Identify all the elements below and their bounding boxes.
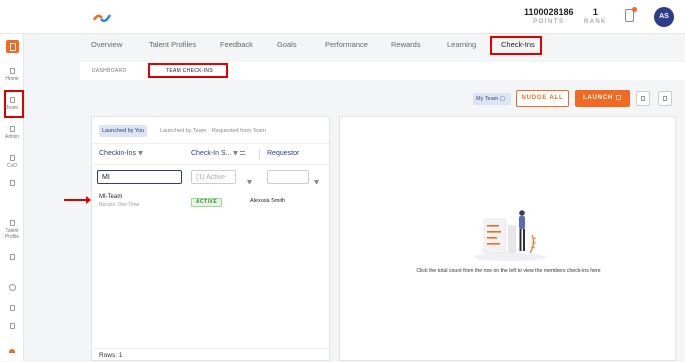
sidebar-item-cxo[interactable]: CxO — [0, 155, 24, 169]
tab-goals[interactable]: Goals — [277, 40, 297, 49]
rank-value: 1 — [592, 7, 598, 17]
table-header: Checkin-Ins Check-In S... Requestor — [92, 143, 329, 165]
notification-dot — [632, 7, 637, 12]
requestor-name: Alexusa Smith — [250, 198, 286, 204]
points-label: POINTS — [533, 19, 565, 25]
status-filter-input[interactable]: (1) Active — [191, 170, 236, 184]
sidebar-item-label: Talent Profile — [4, 228, 20, 240]
sidebar-item-list[interactable] — [0, 180, 24, 188]
sidebar-item-admin[interactable]: Admin — [0, 126, 24, 140]
admin-icon — [9, 126, 15, 132]
nudge-all-button[interactable]: NUDGE ALL — [516, 90, 569, 107]
tab-talent-profiles[interactable]: Talent Profiles — [149, 40, 196, 49]
tab-overview[interactable]: Overview — [91, 40, 122, 49]
subtab-dashboard[interactable]: DASHBOARD — [92, 68, 126, 74]
tab-launched-by-you[interactable]: Launched by You — [99, 125, 148, 137]
download-icon — [641, 96, 645, 101]
home-icon — [9, 68, 15, 74]
sidebar-item-page-2[interactable] — [0, 323, 24, 331]
app-logo-icon[interactable] — [92, 10, 112, 26]
requestor-filter-input[interactable] — [267, 170, 309, 184]
sidebar-item-label: Admin — [4, 134, 20, 140]
pointer-arrow-annotation — [64, 196, 91, 204]
tab-feedback[interactable]: Feedback — [220, 40, 253, 49]
sidebar-bottom-indicator — [9, 349, 15, 353]
column-menu-icon[interactable] — [240, 151, 246, 156]
filter-icon — [314, 180, 319, 185]
sidebar: Home Team Admin CxO Talent Profile — [0, 34, 24, 361]
points-value: 1100028186 — [524, 7, 574, 17]
empty-state-illustration — [474, 210, 546, 261]
avatar[interactable]: AS — [654, 7, 674, 27]
sidebar-item-talent-profile[interactable]: Talent Profile — [0, 220, 24, 240]
tab-launched-by-team[interactable]: Launched by Team — [157, 125, 209, 137]
launch-button-label: LAUNCH — [582, 95, 614, 101]
download-button[interactable] — [636, 91, 650, 106]
column-label: Checkin-Ins — [99, 150, 136, 157]
more-button[interactable] — [658, 91, 672, 106]
checkin-detail-panel: Click the total count from the row on th… — [339, 116, 676, 361]
help-icon — [8, 284, 16, 291]
chevron-down-icon: ▢ — [499, 96, 505, 102]
launch-dropdown-icon: ▢ — [615, 95, 623, 101]
launch-button[interactable]: LAUNCH ▢ — [575, 90, 630, 107]
check-ins-highlight-box — [490, 36, 542, 55]
talent-profile-icon — [9, 220, 15, 226]
column-label: Check-In S... — [191, 150, 232, 157]
empty-state-message: Click the total count from the row on th… — [416, 268, 601, 274]
sidebar-item-home[interactable]: Home — [0, 68, 24, 82]
doc-icon — [9, 254, 15, 260]
more-icon — [663, 96, 667, 101]
tab-learning[interactable]: Learning — [447, 40, 476, 49]
checkin-search-input[interactable] — [97, 170, 182, 184]
tab-performance[interactable]: Performance — [325, 40, 368, 49]
page-icon — [9, 305, 15, 311]
column-header-requestor[interactable]: Requestor — [267, 150, 299, 157]
sidebar-item-label: CxO — [7, 163, 17, 169]
rank-label: RANK — [584, 19, 607, 25]
tab-rewards[interactable]: Rewards — [391, 40, 421, 49]
column-header-checkins[interactable]: Checkin-Ins — [99, 150, 143, 157]
rows-count: Rows: 1 — [92, 348, 329, 362]
sidebar-item-label: Home — [5, 76, 19, 82]
top-bar: 1100028186 POINTS 1 RANK AS — [0, 0, 685, 34]
team-select-value: My Team — [476, 96, 499, 102]
checkin-recurrence: Recurs: One Time — [99, 202, 140, 208]
notification-icon[interactable] — [625, 7, 637, 22]
team-check-ins-highlight-box — [148, 63, 228, 78]
sidebar-item-doc[interactable] — [0, 254, 24, 262]
column-divider — [259, 149, 260, 160]
sidebar-item-help[interactable] — [0, 284, 24, 293]
requestor-filter-button[interactable] — [312, 174, 319, 192]
team-highlight-box — [4, 90, 24, 118]
table-row[interactable]: MI-Team Recurs: One Time ACTIVE Alexusa … — [92, 193, 329, 213]
filter-icon[interactable] — [233, 150, 239, 156]
status-badge: ACTIVE — [191, 198, 222, 207]
filter-icon — [247, 180, 252, 185]
column-header-status[interactable]: Check-In S... — [191, 150, 246, 157]
rank-display: 1 RANK — [584, 7, 607, 25]
cxo-icon — [9, 155, 15, 161]
sidebar-item-page[interactable] — [0, 305, 24, 313]
sidebar-menu-icon[interactable] — [6, 40, 19, 53]
points-display: 1100028186 POINTS — [524, 7, 574, 25]
checkins-list-panel: Launched by You Launched by Team Request… — [91, 116, 330, 361]
list-icon — [9, 180, 15, 186]
filter-icon[interactable] — [137, 150, 143, 156]
checkin-name[interactable]: MI-Team — [99, 194, 122, 200]
page-icon — [9, 323, 15, 329]
team-select[interactable]: My Team ▢ — [473, 93, 511, 105]
status-filter-button[interactable] — [245, 174, 252, 192]
tab-requested-from-team[interactable]: Requested from Team — [209, 125, 269, 137]
